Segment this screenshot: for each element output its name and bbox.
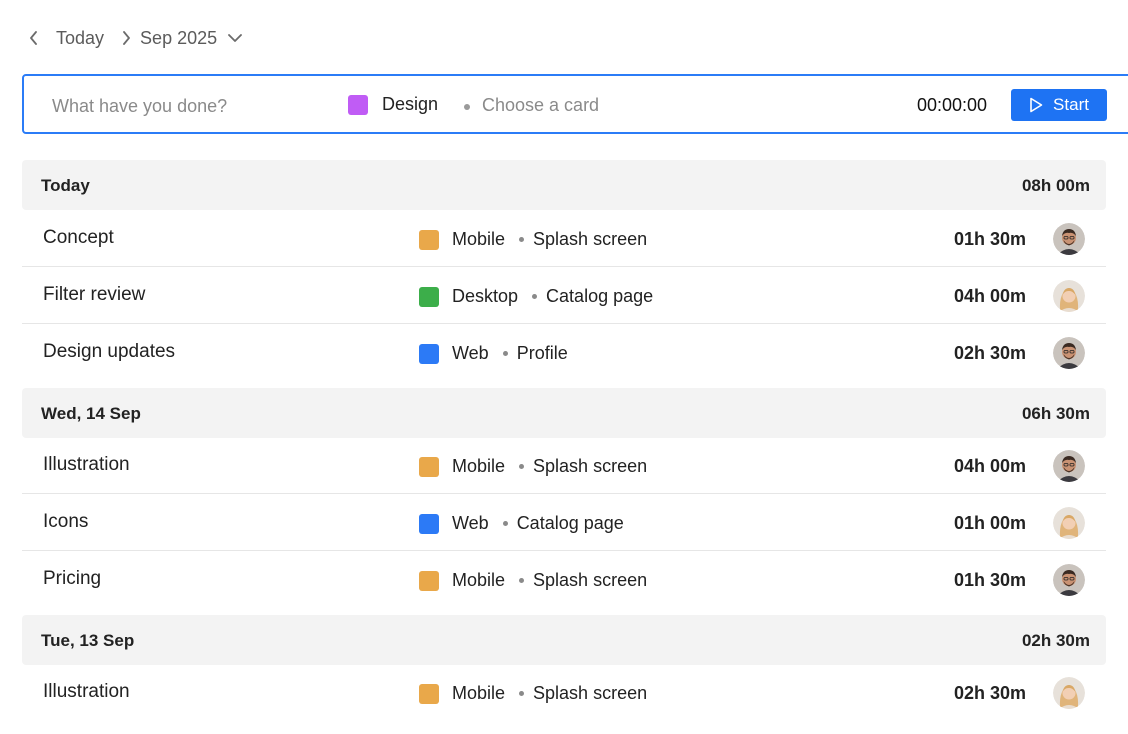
task-name: Concept <box>43 227 114 248</box>
project-card: Mobile Splash screen <box>419 570 647 591</box>
avatar[interactable] <box>1053 677 1085 709</box>
group-date: Tue, 13 Sep <box>41 631 135 650</box>
separator-dot <box>532 294 538 299</box>
separator-dot <box>519 464 525 469</box>
duration: 02h 30m <box>953 683 1026 703</box>
task-name: Filter review <box>43 284 146 305</box>
project-selector[interactable]: Design <box>348 94 438 115</box>
start-label: Start <box>1053 95 1089 114</box>
time-entry-row[interactable]: Concept Mobile Splash screen 01h 30m <box>22 211 1106 267</box>
duration: 04h 00m <box>953 456 1026 476</box>
separator-dot <box>502 521 508 526</box>
card-selector[interactable]: Choose a card <box>482 95 599 116</box>
play-icon <box>1030 97 1043 113</box>
card-name: Splash screen <box>533 229 648 249</box>
group-total: 08h 00m <box>1021 176 1090 195</box>
duration: 04h 00m <box>953 286 1026 306</box>
card-name: Splash screen <box>533 570 648 590</box>
project-color-swatch <box>419 286 439 307</box>
chevron-left-icon[interactable] <box>24 28 44 48</box>
month-selector[interactable]: Sep 2025 <box>140 28 217 49</box>
time-entry-row[interactable]: Design updates Web Profile 02h 30m <box>22 325 1106 381</box>
task-name: Pricing <box>43 568 102 589</box>
timer-display: 00:00:00 <box>917 95 988 115</box>
project-card: Mobile Splash screen <box>419 229 647 250</box>
today-link[interactable]: Today <box>56 28 104 49</box>
project-name: Mobile <box>452 456 506 476</box>
card-name: Catalog page <box>516 513 624 533</box>
project-color-swatch <box>419 570 439 591</box>
avatar[interactable] <box>1053 450 1085 482</box>
task-name: Illustration <box>43 681 130 702</box>
project-color-swatch <box>419 456 439 477</box>
group-date: Wed, 14 Sep <box>41 404 141 423</box>
project-name: Desktop <box>452 286 519 306</box>
chevron-down-icon[interactable] <box>225 28 245 48</box>
card-name: Splash screen <box>533 456 648 476</box>
duration: 02h 30m <box>953 343 1026 363</box>
task-name: Illustration <box>43 454 130 475</box>
time-entry-row[interactable]: Illustration Mobile Splash screen 04h 00m <box>22 438 1106 494</box>
separator-dot <box>502 351 508 356</box>
project-color-swatch <box>419 513 439 534</box>
project-color-swatch <box>419 683 439 704</box>
separator-dot <box>519 578 525 583</box>
time-entry-bar: Design Choose a card 00:00:00 Start <box>22 74 1128 134</box>
group-date: Today <box>41 176 90 195</box>
time-entry-row[interactable]: Pricing Mobile Splash screen 01h 30m <box>22 552 1106 608</box>
project-card: Web Catalog page <box>419 513 624 534</box>
avatar[interactable] <box>1053 280 1085 312</box>
project-color-swatch <box>348 94 368 115</box>
project-card: Mobile Splash screen <box>419 456 647 477</box>
project-name: Web <box>452 513 489 533</box>
group-total: 06h 30m <box>1021 404 1090 423</box>
separator-dot <box>519 237 525 242</box>
separator-dot <box>464 104 470 110</box>
duration: 01h 30m <box>953 570 1026 590</box>
project-card: Mobile Splash screen <box>419 683 647 704</box>
duration: 01h 00m <box>953 513 1026 533</box>
project-color-swatch <box>419 229 439 250</box>
card-name: Catalog page <box>546 286 654 306</box>
card-name: Splash screen <box>533 683 648 703</box>
task-name: Icons <box>43 511 89 532</box>
start-button[interactable]: Start <box>1011 89 1107 121</box>
group-total: 02h 30m <box>1021 631 1090 650</box>
day-group-header: Today 08h 00m <box>22 160 1106 210</box>
card-name: Profile <box>516 343 568 363</box>
day-group-header: Wed, 14 Sep 06h 30m <box>22 388 1106 438</box>
date-navigation: Today Sep 2025 <box>24 22 245 54</box>
project-card: Web Profile <box>419 343 568 364</box>
avatar[interactable] <box>1053 564 1085 596</box>
project-name: Mobile <box>452 683 506 703</box>
task-name: Design updates <box>43 341 176 362</box>
project-color-swatch <box>419 343 439 364</box>
duration: 01h 30m <box>953 229 1026 249</box>
chevron-right-icon[interactable] <box>116 28 136 48</box>
avatar[interactable] <box>1053 223 1085 255</box>
time-entry-row[interactable]: Icons Web Catalog page 01h 00m <box>22 495 1106 551</box>
project-name: Design <box>382 94 439 114</box>
project-card: Desktop Catalog page <box>419 286 653 307</box>
project-name: Mobile <box>452 229 506 249</box>
separator-dot <box>519 691 525 696</box>
description-input[interactable] <box>50 92 334 120</box>
day-group-header: Tue, 13 Sep 02h 30m <box>22 615 1106 665</box>
avatar[interactable] <box>1053 507 1085 539</box>
project-name: Mobile <box>452 570 506 590</box>
avatar[interactable] <box>1053 337 1085 369</box>
time-entry-row[interactable]: Filter review Desktop Catalog page 04h 00m <box>22 268 1106 324</box>
time-entry-row[interactable]: Illustration Mobile Splash screen 02h 30m <box>22 665 1106 721</box>
project-name: Web <box>452 343 489 363</box>
